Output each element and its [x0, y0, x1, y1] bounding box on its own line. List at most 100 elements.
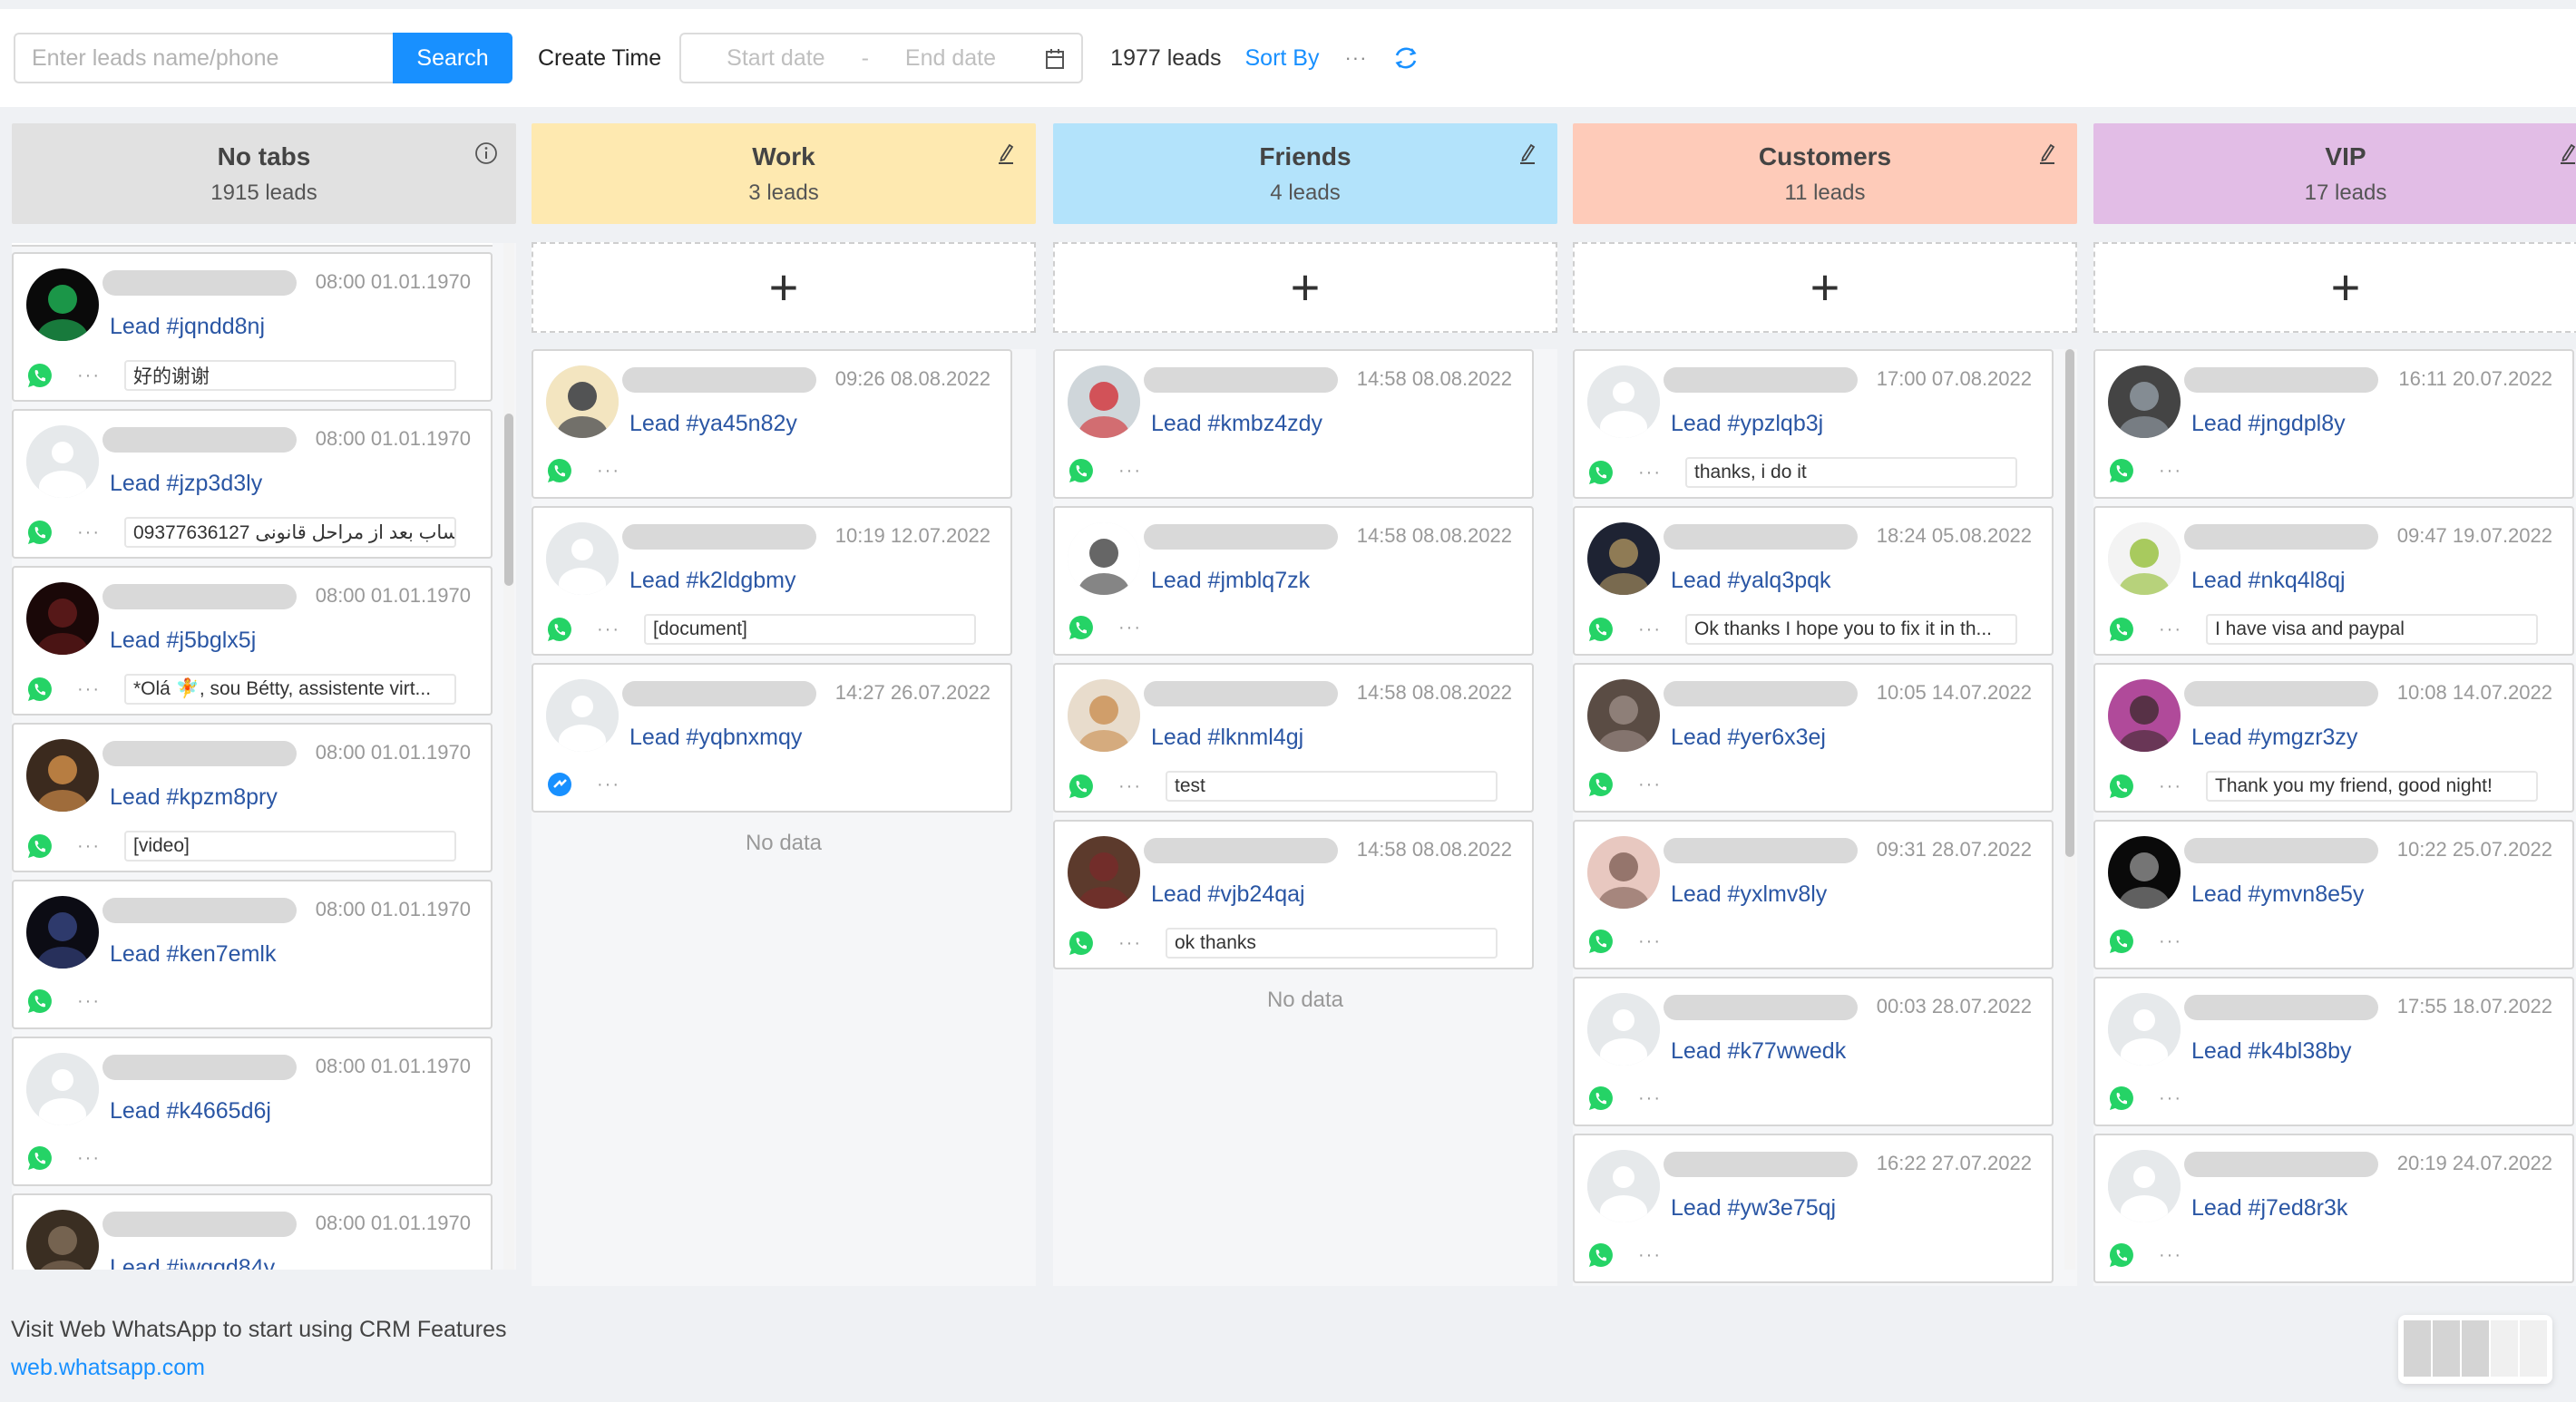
- lead-card[interactable]: 16:22 27.07.2022 Lead #yw3e75qj ···: [1573, 1134, 2054, 1283]
- avatar[interactable]: [1587, 993, 1660, 1066]
- more-actions-icon[interactable]: ···: [2159, 1245, 2191, 1266]
- whatsapp-icon[interactable]: [1587, 459, 1615, 486]
- avatar[interactable]: [1068, 365, 1140, 438]
- edit-icon[interactable]: [994, 141, 1018, 165]
- whatsapp-icon[interactable]: [2108, 1085, 2135, 1112]
- whatsapp-icon[interactable]: [26, 676, 54, 703]
- lead-card[interactable]: 10:08 14.07.2022 Lead #ymgzr3zy ··· Thank y…: [2093, 663, 2574, 813]
- lead-name-link[interactable]: Lead #ymgzr3zy: [2191, 725, 2357, 751]
- more-actions-icon[interactable]: ···: [2159, 461, 2191, 482]
- avatar[interactable]: [26, 1210, 99, 1270]
- add-lead-button[interactable]: +: [1573, 242, 2077, 333]
- end-date-field[interactable]: End date: [905, 45, 996, 72]
- more-actions-icon[interactable]: ···: [1638, 1245, 1671, 1266]
- more-actions-icon[interactable]: ···: [597, 619, 629, 640]
- sort-by-button[interactable]: Sort By: [1245, 45, 1320, 72]
- whatsapp-icon[interactable]: [26, 832, 54, 860]
- more-actions-icon[interactable]: ···: [1118, 776, 1151, 797]
- add-lead-button[interactable]: +: [2093, 242, 2576, 333]
- more-actions-icon[interactable]: ···: [1118, 618, 1151, 638]
- avatar[interactable]: [2108, 1150, 2181, 1222]
- lead-card[interactable]: 17:00 07.08.2022 Lead #ypzlqb3j ··· thanks,…: [1573, 349, 2054, 499]
- whatsapp-icon[interactable]: [1587, 1241, 1615, 1269]
- lead-card[interactable]: 17:55 18.07.2022 Lead #k4bl38by ···: [2093, 977, 2574, 1126]
- lead-name-link[interactable]: Lead #yqbnxmqy: [629, 725, 802, 751]
- whatsapp-icon[interactable]: [1068, 773, 1095, 800]
- lead-card[interactable]: 08:00 01.01.1970 Lead #j5bglx5j ··· *Olá 🧚,…: [12, 566, 493, 716]
- start-date-field[interactable]: Start date: [727, 45, 825, 72]
- more-actions-icon[interactable]: ···: [1638, 774, 1671, 795]
- lead-card[interactable]: 08:00 01.01.1970 Lead #jqndd8nj ··· 好的谢谢: [12, 252, 493, 402]
- more-actions-icon[interactable]: ···: [597, 774, 629, 795]
- lead-name-link[interactable]: Lead #k4bl38by: [2191, 1038, 2352, 1065]
- avatar[interactable]: [26, 896, 99, 969]
- calendar-icon[interactable]: [1045, 48, 1065, 69]
- edit-icon[interactable]: [1516, 141, 1539, 165]
- more-actions-icon[interactable]: ···: [1638, 1088, 1671, 1109]
- lead-card[interactable]: 09:31 28.07.2022 Lead #yxlmv8ly ···: [1573, 820, 2054, 969]
- whatsapp-icon[interactable]: [26, 519, 54, 546]
- more-actions-icon[interactable]: ···: [1118, 461, 1151, 482]
- lead-card[interactable]: 14:27 26.07.2022 Lead #yqbnxmqy ···: [532, 663, 1012, 813]
- scrollbar-thumb[interactable]: [504, 414, 513, 587]
- more-actions-icon[interactable]: ···: [1638, 931, 1671, 952]
- whatsapp-icon[interactable]: [26, 988, 54, 1015]
- whatsapp-icon[interactable]: [1068, 930, 1095, 957]
- add-lead-button[interactable]: +: [1053, 242, 1557, 333]
- lead-name-link[interactable]: Lead #ya45n82y: [629, 411, 797, 437]
- lead-name-link[interactable]: Lead #yw3e75qj: [1671, 1195, 1836, 1222]
- lead-card[interactable]: 14:58 08.08.2022 Lead #lknml4gj ··· test: [1053, 663, 1534, 813]
- lead-name-link[interactable]: Lead #kpzm8pry: [110, 784, 278, 811]
- whatsapp-icon[interactable]: [2108, 773, 2135, 800]
- whatsapp-icon[interactable]: [2108, 1241, 2135, 1269]
- lead-name-link[interactable]: Lead #ymvn8e5y: [2191, 881, 2364, 908]
- whatsapp-icon[interactable]: [2108, 616, 2135, 643]
- lead-name-link[interactable]: Lead #kmbz4zdy: [1151, 411, 1322, 437]
- date-range-picker[interactable]: Start date - End date: [679, 33, 1084, 83]
- lead-name-link[interactable]: Lead #jmblq7zk: [1151, 568, 1310, 594]
- lead-name-link[interactable]: Lead #k4665d6j: [110, 1098, 271, 1125]
- more-actions-icon[interactable]: ···: [2159, 776, 2191, 797]
- avatar[interactable]: [26, 268, 99, 341]
- lead-name-link[interactable]: Lead #iwqqd84y: [110, 1255, 275, 1270]
- avatar[interactable]: [26, 1053, 99, 1125]
- whatsapp-web-link[interactable]: web.whatsapp.com: [11, 1355, 205, 1381]
- lead-card[interactable]: 08:00 01.01.1970 Lead #k4665d6j ···: [12, 1037, 493, 1186]
- whatsapp-icon[interactable]: [546, 616, 573, 643]
- whatsapp-icon[interactable]: [26, 362, 54, 389]
- lead-card[interactable]: 14:58 08.08.2022 Lead #kmbz4zdy ···: [1053, 349, 1534, 499]
- lead-card[interactable]: 14:58 08.08.2022 Lead #jmblq7zk ···: [1053, 506, 1534, 656]
- refresh-icon[interactable]: [1392, 44, 1420, 72]
- avatar[interactable]: [26, 739, 99, 812]
- search-input[interactable]: [14, 33, 393, 83]
- lead-card[interactable]: 08:00 01.01.1970 Lead #jzp3d3ly ··· 0937763…: [12, 409, 493, 559]
- lead-card[interactable]: 10:05 14.07.2022 Lead #yer6x3ej ···: [1573, 663, 2054, 813]
- lead-name-link[interactable]: Lead #jzp3d3ly: [110, 471, 262, 497]
- messenger-icon[interactable]: [546, 771, 573, 798]
- lead-card[interactable]: 09:47 19.07.2022 Lead #nkq4l8qj ··· I have …: [2093, 506, 2574, 656]
- whatsapp-icon[interactable]: [1587, 928, 1615, 955]
- whatsapp-icon[interactable]: [1068, 457, 1095, 484]
- whatsapp-icon[interactable]: [546, 457, 573, 484]
- lead-card[interactable]: 08:00 01.01.1970 Lead #ken7emlk ···: [12, 880, 493, 1029]
- board-minimap[interactable]: [2398, 1315, 2552, 1384]
- lead-name-link[interactable]: Lead #j5bglx5j: [110, 628, 256, 654]
- whatsapp-icon[interactable]: [1068, 614, 1095, 641]
- avatar[interactable]: [2108, 679, 2181, 752]
- whatsapp-icon[interactable]: [26, 1144, 54, 1172]
- more-actions-icon[interactable]: ···: [2159, 1088, 2191, 1109]
- more-actions-icon[interactable]: ···: [1638, 462, 1671, 483]
- column-scrollbar[interactable]: [2064, 349, 2075, 1270]
- lead-name-link[interactable]: Lead #k2ldgbmy: [629, 568, 795, 594]
- lead-card[interactable]: 16:11 20.07.2022 Lead #jngdpl8y ···: [2093, 349, 2574, 499]
- avatar[interactable]: [2108, 836, 2181, 909]
- edit-icon[interactable]: [2556, 141, 2576, 165]
- avatar[interactable]: [1587, 679, 1660, 752]
- lead-name-link[interactable]: Lead #lknml4gj: [1151, 725, 1303, 751]
- lead-name-link[interactable]: Lead #vjb24qaj: [1151, 881, 1305, 908]
- avatar[interactable]: [1068, 522, 1140, 595]
- more-actions-icon[interactable]: ···: [597, 461, 629, 482]
- lead-name-link[interactable]: Lead #ypzlqb3j: [1671, 411, 1823, 437]
- avatar[interactable]: [1587, 365, 1660, 438]
- lead-card[interactable]: 08:00 01.01.1970Lead #iwqqd84y···: [12, 1193, 493, 1270]
